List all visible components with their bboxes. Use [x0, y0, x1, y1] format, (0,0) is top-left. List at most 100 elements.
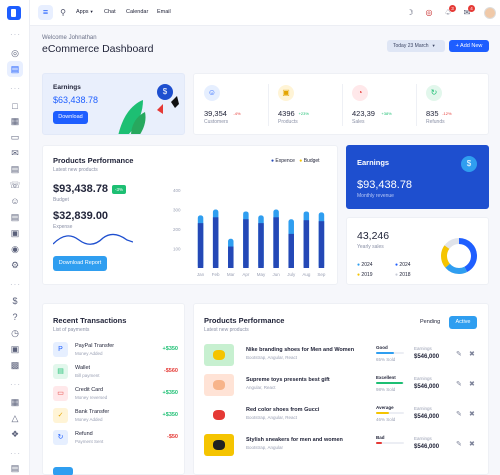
date-button[interactable]: Today 23 March ▼ [387, 40, 445, 52]
legend-year: 2024 [399, 262, 411, 268]
transaction-subtitle: Money reversed [75, 395, 108, 400]
page-icon[interactable]: ▤ [9, 462, 21, 474]
product-name: Red color shoes from Gucci [246, 407, 320, 413]
menu-icon[interactable]: ≡ [38, 5, 53, 20]
trophy-icon[interactable]: △ [9, 412, 21, 424]
transaction-row[interactable]: ↻ Refund Payment Sent -$50 [53, 430, 178, 452]
avatar[interactable] [484, 7, 496, 19]
file-icon[interactable]: ▤ [9, 211, 21, 223]
download-report-button[interactable]: Download Report [53, 256, 107, 271]
tab-active[interactable]: Active [449, 316, 477, 329]
edit-icon[interactable]: ✎ [456, 350, 462, 358]
topbar: ≡ ⚲ Apps ▼ Chat Calendar Email ☽ ◎ ♤ 3 ✉… [30, 0, 500, 26]
transaction-name: PayPal Transfer [75, 343, 115, 349]
transaction-row[interactable]: ✓ Bank Transfer Money Added +$350 [53, 408, 178, 430]
earnings-label: Earnings [414, 406, 432, 411]
product-image [204, 404, 234, 426]
dollar-icon[interactable]: $ [9, 295, 21, 307]
sidebar-divider: ··· [10, 30, 21, 39]
x-tick-label: Mar [227, 272, 235, 277]
bar-expense [303, 220, 310, 268]
edit-icon[interactable]: ✎ [456, 440, 462, 448]
stat-change: -12% [442, 111, 452, 116]
add-new-button[interactable]: + Add New [449, 40, 489, 52]
products-title: Products Performance [204, 316, 285, 325]
help-icon[interactable]: ? [9, 311, 21, 323]
calendar-icon[interactable]: ▦ [9, 115, 21, 127]
divider [268, 84, 269, 126]
transaction-subtitle: Payment Sent [75, 439, 104, 444]
support-icon[interactable]: ◉ [9, 243, 21, 255]
app-logo[interactable] [7, 6, 21, 20]
settings-icon[interactable]: ⚙ [9, 259, 21, 271]
cart-icon[interactable]: ▤ [7, 61, 23, 77]
legend-dot-expense: ● [271, 158, 275, 164]
transaction-row[interactable]: ▤ Wallet Bill payment -$560 [53, 364, 178, 386]
legend-item: ● 2024 [395, 262, 411, 268]
globe-icon[interactable]: ◎ [9, 47, 21, 59]
paypal-icon: P [53, 342, 68, 357]
chart-icon[interactable]: ▩ [9, 359, 21, 371]
product-earnings: $546,000 [414, 384, 440, 390]
puzzle-icon[interactable]: ❖ [9, 428, 21, 440]
phone-icon[interactable]: ☏ [9, 179, 21, 191]
layers-icon[interactable]: □ [9, 100, 21, 112]
flag-icon[interactable]: ◎ [424, 8, 434, 18]
moon-icon[interactable]: ☽ [405, 8, 415, 18]
sidebar: ··· ◎ ▤ ··· □ ▦ ▭ ✉ ▤ ☏ ☺ ▤ ▣ ◉ ⚙ ··· $ … [0, 0, 30, 475]
product-status: Average [376, 405, 394, 410]
bank-icon: ✓ [53, 408, 68, 423]
welcome-text: Welcome Johnathan [42, 35, 97, 41]
chat-icon[interactable]: ▭ [9, 131, 21, 143]
message-badge: 4 [468, 5, 475, 12]
transactions-title: Recent Transactions [53, 316, 127, 325]
grid-icon[interactable]: ▦ [9, 396, 21, 408]
product-progress [376, 352, 404, 354]
nav-chat[interactable]: Chat [104, 9, 116, 15]
stat-value: 423,39 [352, 109, 375, 118]
legend-dot: ● [395, 272, 399, 278]
y-tick-label: 300 [173, 208, 181, 213]
budget-change-badge: -3% [112, 185, 126, 194]
product-tags: Bootstrap, Angular, React [246, 415, 298, 420]
x-tick-label: Aug [302, 272, 311, 277]
earnings-blue-card: Earnings $ $93,438.78 Monthly revenue [346, 145, 489, 209]
lock-icon[interactable]: ▣ [9, 343, 21, 355]
stats-card: ☺ 39,354 -4% Customers ▣ 4396 +23% Products ◔ 423… [193, 73, 489, 135]
nav-calendar[interactable]: Calendar [126, 9, 148, 15]
download-button[interactable]: Download [53, 111, 88, 124]
edit-icon[interactable]: ✎ [456, 410, 462, 418]
transaction-amount: +$350 [162, 390, 178, 396]
view-all-button[interactable] [53, 467, 73, 475]
earnings-blue-label: Monthly revenue [357, 193, 394, 199]
trash-icon[interactable]: ✖ [469, 440, 475, 448]
mail-icon[interactable]: ✉ [9, 147, 21, 159]
product-progress-fill [376, 412, 389, 414]
user-icon[interactable]: ☺ [9, 195, 21, 207]
product-thumbnail [213, 410, 225, 420]
clock-icon[interactable]: ◷ [9, 327, 21, 339]
trash-icon[interactable]: ✖ [469, 410, 475, 418]
trash-icon[interactable]: ✖ [469, 350, 475, 358]
transaction-name: Credit Card [75, 387, 104, 393]
search-icon[interactable]: ⚲ [58, 8, 68, 18]
product-tags: Bootstrap, Angular, React [246, 355, 298, 360]
product-name: Nike branding shoes for Men and Women [246, 347, 355, 353]
x-tick-label: Jan [197, 272, 205, 277]
chevron-down-icon: ▼ [88, 9, 94, 14]
transaction-row[interactable]: ▭ Credit Card Money reversed +$350 [53, 386, 178, 408]
sidebar-divider: ··· [10, 280, 21, 289]
product-progress-fill [376, 352, 395, 354]
tab-pending[interactable]: Pending [420, 319, 440, 325]
legend-dot-budget: ● [299, 158, 303, 164]
nav-apps[interactable]: Apps ▼ [76, 9, 94, 15]
bar-expense [258, 223, 264, 268]
product-row: Supreme toys presents best gift Angular, … [204, 374, 476, 396]
transaction-row[interactable]: P PayPal Transfer Money Added +$350 [53, 342, 178, 364]
document-icon[interactable]: ▤ [9, 163, 21, 175]
trash-icon[interactable]: ✖ [469, 380, 475, 388]
nav-email[interactable]: Email [157, 9, 171, 15]
chevron-down-icon: ▼ [431, 43, 436, 48]
briefcase-icon[interactable]: ▣ [9, 227, 21, 239]
edit-icon[interactable]: ✎ [456, 380, 462, 388]
